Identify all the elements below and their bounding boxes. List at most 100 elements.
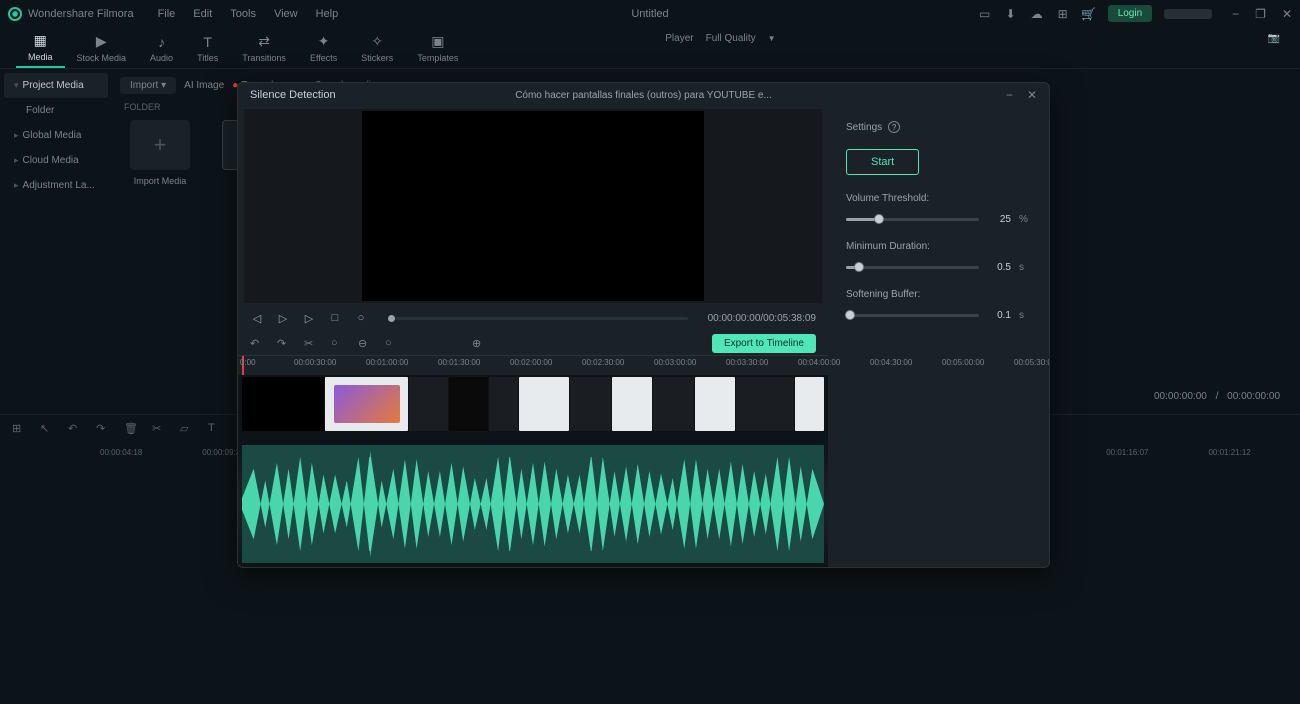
minimum-duration-unit: s [1019, 262, 1031, 273]
minimize-icon[interactable]: − [1232, 7, 1239, 21]
settings-header: Settings ? [846, 121, 1031, 133]
progress-knob[interactable] [388, 315, 395, 322]
zoom-out-icon[interactable]: ⊖ [358, 337, 371, 350]
ai-image-button[interactable]: AI Image [184, 80, 224, 91]
menu-view[interactable]: View [274, 8, 298, 20]
tab-effects[interactable]: ✦Effects [298, 29, 349, 67]
silence-detection-dialog: Silence Detection Cómo hacer pantallas f… [237, 82, 1050, 568]
thumb-segment[interactable] [653, 377, 693, 431]
thumb-segment[interactable] [409, 377, 448, 431]
volume-threshold-value[interactable]: 25 [987, 214, 1011, 225]
dialog-minimize-icon[interactable]: − [1006, 88, 1013, 102]
login-button[interactable]: Login [1108, 5, 1152, 22]
apps-icon[interactable]: ⊞ [1056, 7, 1070, 21]
play-icon[interactable]: ▷ [276, 311, 290, 325]
tab-media[interactable]: ▦Media [16, 28, 65, 68]
snapshot-icon[interactable]: 📷 [1268, 33, 1280, 44]
menu-help[interactable]: Help [316, 8, 339, 20]
tl-crop-icon[interactable]: ▱ [180, 422, 194, 436]
window-controls: − ❐ ✕ [1232, 7, 1292, 21]
thumb-segment[interactable] [325, 377, 407, 431]
marker-icon[interactable]: ○ [354, 311, 368, 325]
menu-file[interactable]: File [158, 8, 176, 20]
sidebar-project-media[interactable]: ▾Project Media [4, 73, 108, 98]
thumb-segment[interactable] [795, 377, 824, 431]
sidebar-global-media[interactable]: ▸Global Media [4, 123, 108, 148]
screen-icon[interactable]: ▭ [978, 7, 992, 21]
tab-audio[interactable]: ♪Audio [138, 29, 185, 67]
zoom-in-icon[interactable]: ⊕ [472, 337, 485, 350]
slider-knob[interactable] [874, 214, 884, 224]
zoom-slider-icon[interactable]: ○ [385, 337, 398, 350]
sidebar-cloud-media[interactable]: ▸Cloud Media [4, 148, 108, 173]
tl-text-icon[interactable]: T [208, 422, 222, 436]
thumb-segment[interactable] [242, 377, 324, 431]
thumb-segment[interactable] [449, 377, 488, 431]
app-logo-icon [8, 7, 22, 21]
video-thumbnails-track[interactable] [238, 375, 828, 441]
thumb-segment[interactable] [570, 377, 610, 431]
frame-back-icon[interactable]: ◁ [250, 311, 264, 325]
close-icon[interactable]: ✕ [1282, 7, 1292, 21]
dialog-titlebar: Silence Detection Cómo hacer pantallas f… [238, 83, 1049, 107]
help-icon[interactable]: ? [888, 121, 900, 133]
delete-icon[interactable]: ○ [331, 337, 344, 350]
tl-redo-icon[interactable]: ↷ [96, 422, 110, 436]
thumb-segment[interactable] [695, 377, 735, 431]
tl-undo-icon[interactable]: ↶ [68, 422, 82, 436]
softening-buffer-unit: s [1019, 310, 1031, 321]
dialog-settings-panel: Settings ? Start Volume Threshold: 25 % … [828, 107, 1049, 567]
tab-templates[interactable]: ▣Templates [405, 29, 470, 67]
cart-icon[interactable]: 🛒 [1082, 7, 1096, 21]
dialog-ruler[interactable]: 0:00 00:00:30:00 00:01:00:00 00:01:30:00… [238, 355, 828, 375]
tl-cursor-icon[interactable]: ↖ [40, 422, 54, 436]
progress-bar[interactable] [388, 317, 688, 320]
preview-area [244, 109, 822, 303]
effects-icon: ✦ [315, 33, 333, 51]
tl-split-icon[interactable]: ✂ [152, 422, 166, 436]
import-button[interactable]: Import ▾ [120, 77, 176, 94]
minimum-duration-slider[interactable] [846, 266, 979, 269]
softening-buffer-value[interactable]: 0.1 [987, 310, 1011, 321]
tab-transitions[interactable]: ⇄Transitions [230, 29, 298, 67]
cut-icon[interactable]: ✂ [304, 337, 317, 350]
tl-delete-icon[interactable]: 🗑 [124, 422, 138, 436]
cloud-icon[interactable]: ☁ [1030, 7, 1044, 21]
thumb-segment[interactable] [519, 377, 570, 431]
import-media-card[interactable]: + Import Media [120, 120, 200, 186]
maximize-icon[interactable]: ❐ [1255, 7, 1266, 21]
dialog-window-controls: − ✕ [1006, 88, 1037, 102]
tab-stock-media[interactable]: ▶Stock Media [65, 29, 139, 67]
volume-threshold-param: Volume Threshold: 25 % [846, 193, 1031, 225]
thumb-segment[interactable] [736, 377, 794, 431]
tab-stickers[interactable]: ✧Stickers [349, 29, 405, 67]
audio-icon: ♪ [153, 33, 171, 51]
playback-controls: ◁ ▷ ▷ □ ○ 00:00:00:00/00:05:38:09 [238, 305, 828, 331]
dialog-body: ◁ ▷ ▷ □ ○ 00:00:00:00/00:05:38:09 ↶ ↷ ✂ … [238, 107, 1049, 567]
undo-icon[interactable]: ↶ [250, 337, 263, 350]
volume-threshold-slider[interactable] [846, 218, 979, 221]
minimum-duration-value[interactable]: 0.5 [987, 262, 1011, 273]
start-button[interactable]: Start [846, 149, 919, 175]
tab-titles[interactable]: TTitles [185, 29, 230, 67]
sidebar-folder[interactable]: Folder [4, 98, 108, 123]
slider-knob[interactable] [854, 262, 864, 272]
stop-icon[interactable]: □ [328, 311, 342, 325]
export-to-timeline-button[interactable]: Export to Timeline [712, 334, 816, 353]
thumb-segment[interactable] [612, 377, 652, 431]
menu-edit[interactable]: Edit [193, 8, 212, 20]
play-forward-icon[interactable]: ▷ [302, 311, 316, 325]
upgrade-button[interactable] [1164, 9, 1212, 19]
tl-tool-1-icon[interactable]: ⊞ [12, 422, 26, 436]
redo-icon[interactable]: ↷ [277, 337, 290, 350]
sidebar-adjustment[interactable]: ▸Adjustment La... [4, 173, 108, 198]
dialog-close-icon[interactable]: ✕ [1027, 88, 1037, 102]
slider-knob[interactable] [845, 310, 855, 320]
softening-buffer-slider[interactable] [846, 314, 979, 317]
quality-dropdown-icon[interactable]: ▼ [768, 34, 776, 43]
menu-tools[interactable]: Tools [230, 8, 256, 20]
waveform-track[interactable] [238, 441, 828, 567]
thumb-segment[interactable] [489, 377, 518, 431]
save-icon[interactable]: ⬇ [1004, 7, 1018, 21]
player-quality[interactable]: Full Quality [706, 33, 756, 44]
